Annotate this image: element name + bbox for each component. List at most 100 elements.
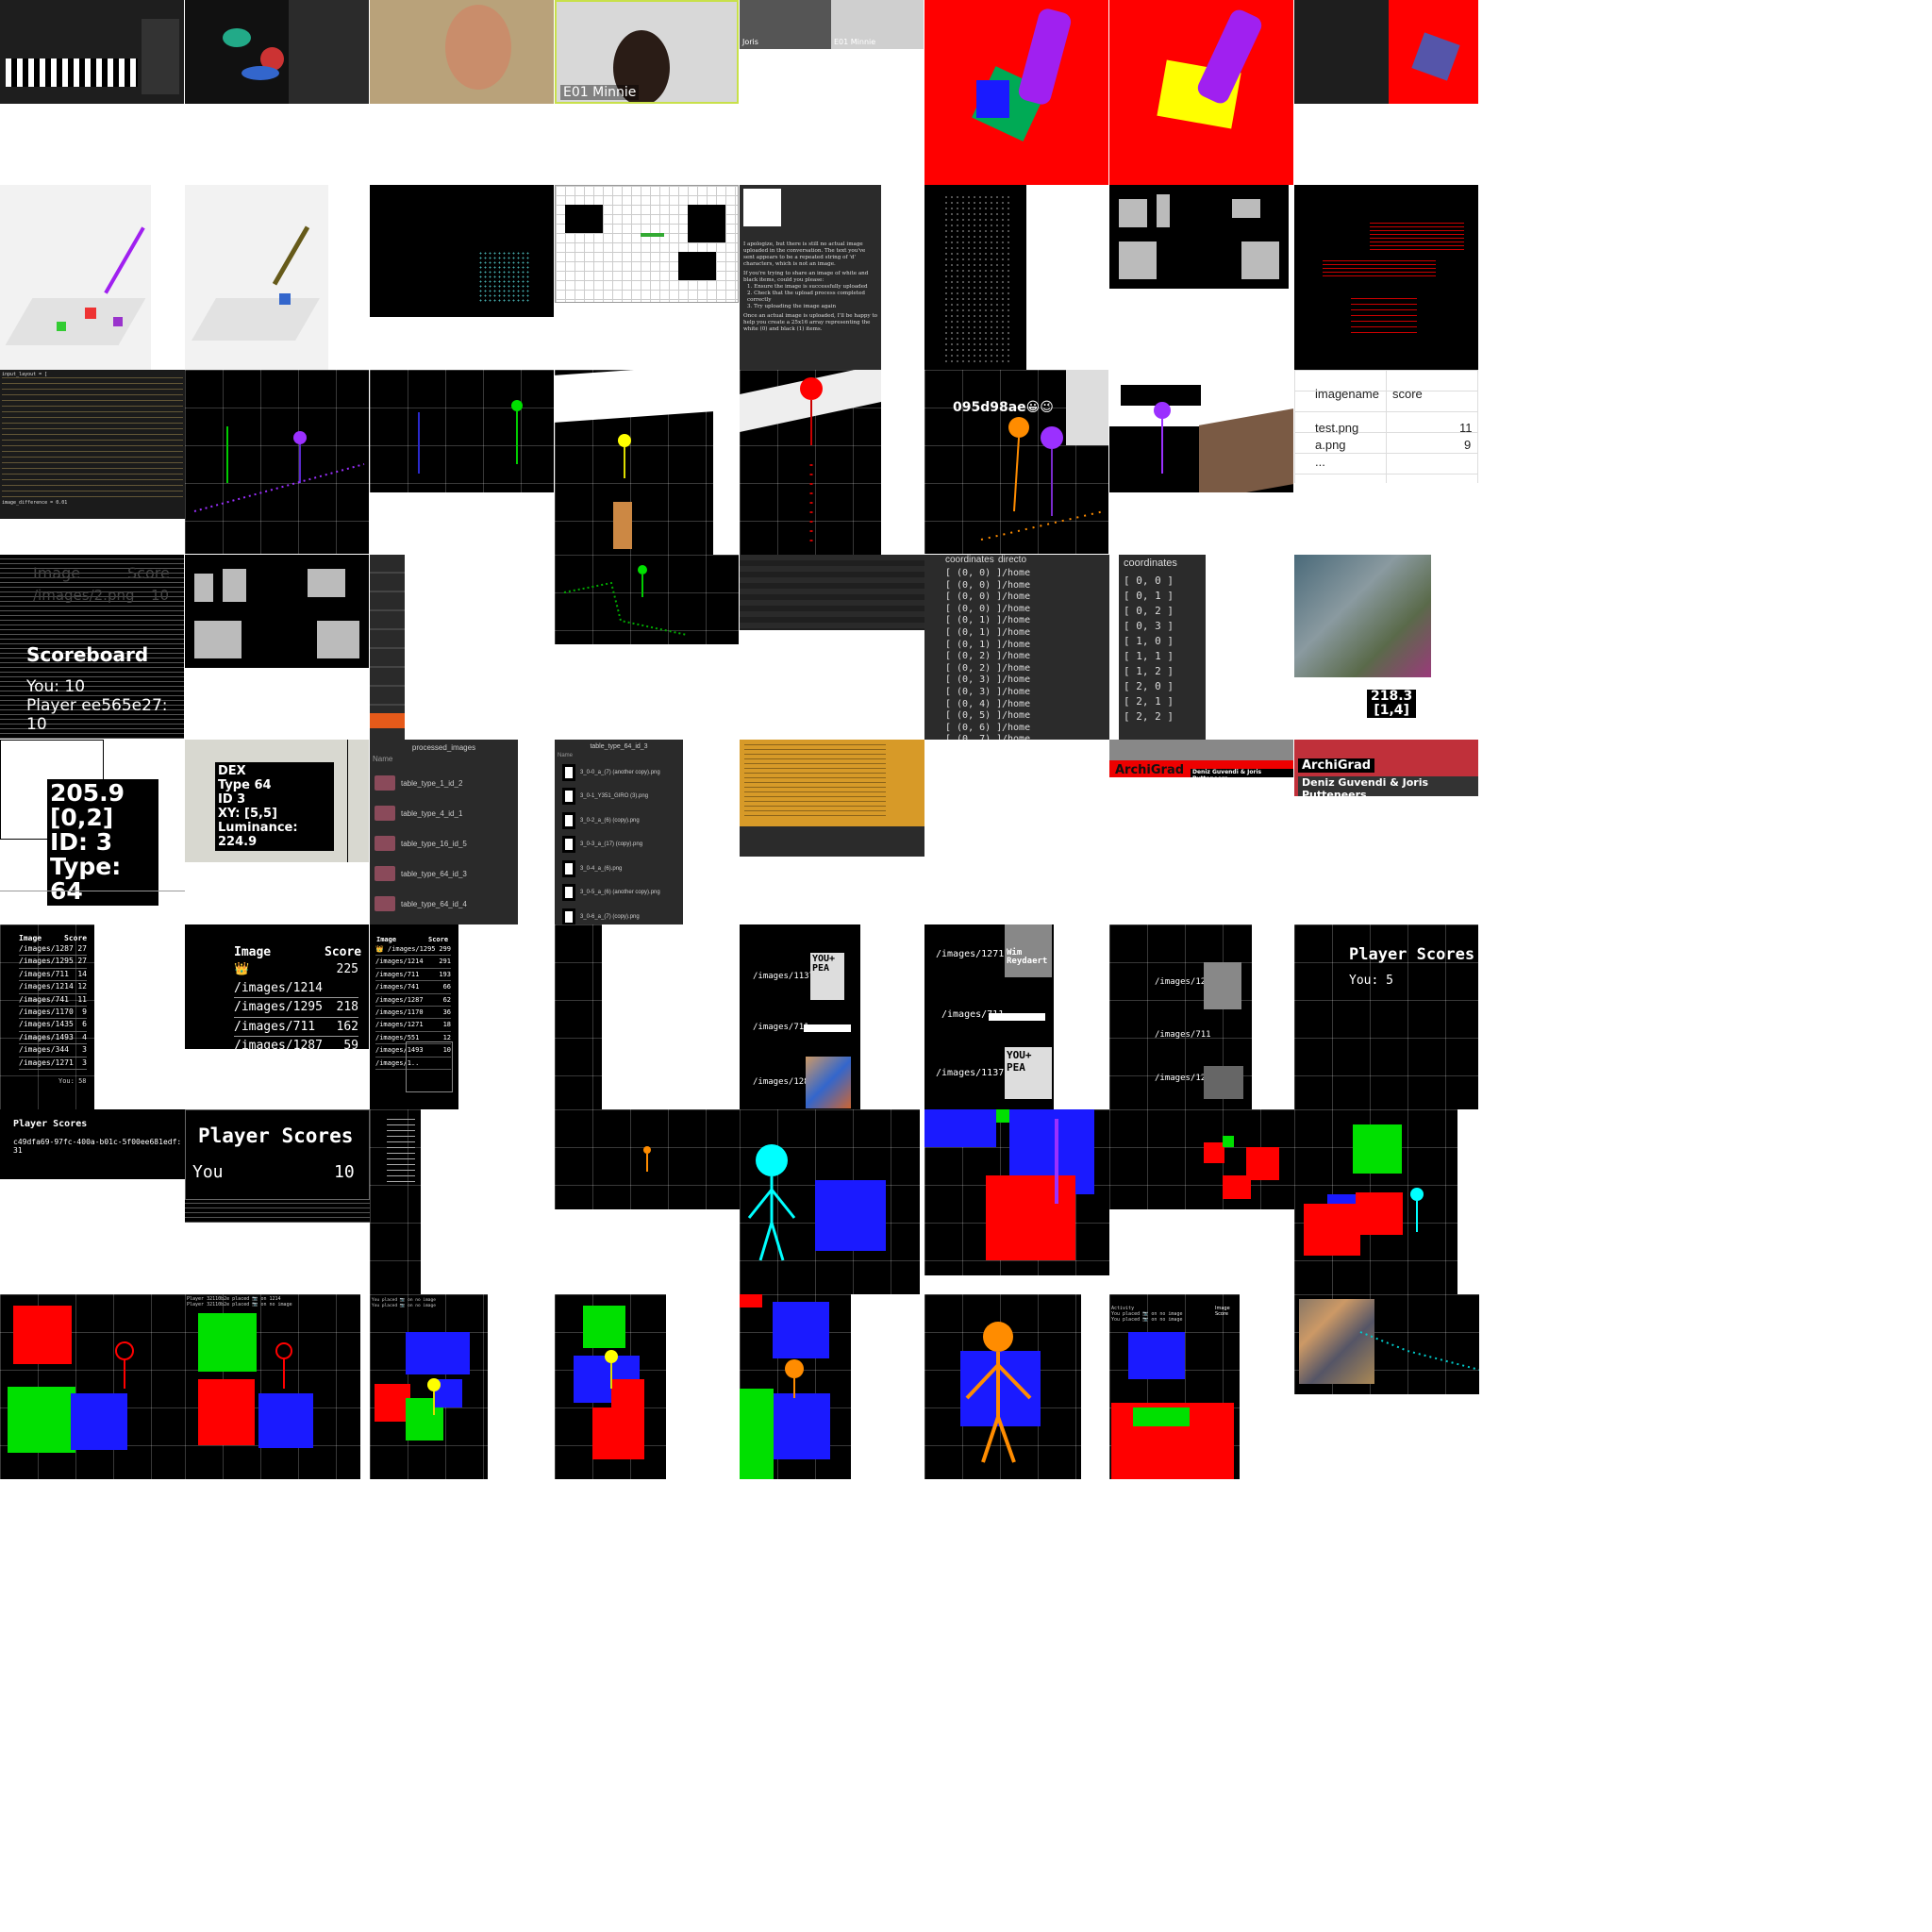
coords-row: [ 2, 0 ]: [1124, 680, 1174, 692]
tile-image-wall: [1294, 1294, 1479, 1394]
file-label: 3_0-6_a_(7) (copy).png: [580, 913, 640, 920]
uploaded-pattern-thumb: [743, 189, 781, 226]
leaderboard-image-path: /images/1295: [19, 957, 74, 966]
host-name: Joris: [742, 38, 758, 46]
coords-row: [ (0, 2) ]: [945, 651, 1003, 662]
leaderboard-image-path: /images/1271: [19, 1058, 74, 1067]
leaderboard-row: /images/741 66: [375, 981, 451, 994]
leaderboard-image-path: /images/1493: [19, 1032, 74, 1041]
tile-scoreboard: Image Score /images/2.png 10 Scoreboard …: [0, 555, 184, 739]
poster-path-1137: /images/1137: [753, 972, 815, 981]
tile-white-scene-1: [0, 185, 151, 370]
tile-rgb-cubes-2: Player 32110b2e placed 📷 on 1214 Player …: [185, 1294, 360, 1479]
file-label: 3_0-0_a_(7) (another copy).png: [580, 769, 660, 775]
folder-label: table_type_64_id_4: [401, 899, 467, 908]
folder-label: table_type_16_id_5: [401, 839, 467, 848]
tile-red-arm-2: [1109, 0, 1293, 185]
poster-thumb: YOU+ PEA: [810, 953, 844, 1000]
folder-item[interactable]: table_type_1_id_2: [375, 768, 516, 798]
file-label: 3_0-4_a_(6).png: [580, 865, 623, 872]
folder-label: table_type_1_id_2: [401, 778, 463, 788]
file-item[interactable]: 3_0-3_a_(17) (copy).png: [562, 833, 683, 858]
lb1-header-image: Image: [19, 934, 42, 942]
leaderboard-score: 6: [82, 1020, 87, 1029]
leaderboard-row: /images/1287 59: [234, 1037, 358, 1049]
tile-archigrad-1: ArchiGrad Deniz Guvendi & Joris Puttenee…: [1109, 740, 1293, 777]
folder-item[interactable]: table_type_16_id_5: [375, 828, 516, 858]
poster2-path-1271: /images/1271: [936, 949, 1005, 959]
ai-step-2: 2. Check that the upload process complet…: [747, 291, 866, 303]
file-thumb-icon: [562, 763, 575, 781]
leaderboard-score: 18: [442, 1021, 451, 1029]
tile-activity-cubes: You placed 📷 on no image You placed 📷 on…: [370, 1294, 488, 1479]
tile-3d-orange-small: [555, 1109, 740, 1209]
leaderboard-image-path: 👑 /images/1295: [375, 945, 436, 953]
tile-orange-figure-blue: [924, 1294, 1081, 1479]
tile-3d-figures-2: [370, 370, 554, 492]
file-item[interactable]: 3_0-4_a_(6).png: [562, 857, 683, 881]
leaderboard-row: 👑 /images/1214 225: [234, 960, 358, 998]
leaderboard-score: 12: [77, 982, 87, 991]
leaderboard-image-path: /images/1214: [19, 982, 74, 991]
file-item[interactable]: 3_0-6_a_(7) (copy).png: [562, 905, 683, 924]
file-item[interactable]: 3_0-5_a_(6) (another copy).png: [562, 881, 683, 906]
coords-row: [ 1, 0 ]: [1124, 635, 1174, 647]
stick-figures: [193, 426, 365, 512]
dex-xy: XY: [5,5]: [218, 807, 277, 821]
leaderboard-image-path: /images/1170: [19, 1008, 74, 1017]
coords-row: [ (0, 7) ]: [945, 734, 1003, 740]
tile-red-ascii: [1294, 185, 1478, 370]
sheet-cell-name-1: test.png: [1315, 421, 1359, 435]
leaderboard-score: 14: [77, 969, 87, 978]
archigrad-authors: Deniz Guvendi & Joris Putteneers: [1191, 769, 1293, 777]
ai-paragraph-2: If you're trying to share an image of wh…: [743, 271, 869, 283]
folder-item[interactable]: table_type_64_id_4: [375, 889, 516, 919]
tile-chat-red: [1294, 0, 1478, 104]
archigrad-brand-2: ArchiGrad: [1298, 758, 1375, 773]
folder-item[interactable]: table_type_4_id_1: [375, 798, 516, 828]
file-item[interactable]: 3_0-2_a_(6) (copy).png: [562, 808, 683, 833]
purple-arm: [1016, 7, 1074, 107]
lb1-you: You: 58: [58, 1077, 87, 1085]
leaderboard-score: 3: [82, 1058, 87, 1067]
leaderboard-row: /images/711 162: [234, 1018, 358, 1037]
file-item[interactable]: 3_0-1_Y351_GIRO (3).png: [562, 785, 683, 809]
selected-file[interactable]: [370, 713, 405, 728]
blue-face: [976, 80, 1009, 118]
coords-row: [ 2, 2 ]: [1124, 710, 1174, 723]
leaderboard-row: /images/1287 27: [19, 943, 87, 957]
ai-step-1: 1. Ensure the image is successfully uplo…: [747, 284, 868, 290]
folder-item[interactable]: table_type_64_id_3: [375, 858, 516, 889]
coords-row: [ (0, 1) ]: [945, 639, 1003, 650]
coords-row: [ (0, 3) ]: [945, 675, 1003, 686]
tile-file-browser: table_type_64_id_3 Name 3_0-0_a_(7) (ano…: [555, 740, 683, 924]
coords-row: [ (0, 0) ]: [945, 579, 1003, 591]
coords-row: [ 0, 3 ]: [1124, 620, 1174, 632]
leaderboard-image-path: /images/1287: [19, 944, 74, 953]
home-path-cell: /home: [1002, 686, 1031, 697]
file-label: 3_0-5_a_(6) (another copy).png: [580, 890, 660, 896]
leaderboard-score: 11: [77, 994, 87, 1004]
home-path-cell: /home: [1002, 603, 1031, 614]
tile-rgb-cubes-1: [0, 1294, 185, 1479]
tile-color-blobs: [185, 0, 369, 104]
sheet-cell-score-2: 9: [1464, 438, 1472, 452]
tile-3d-tagged-players: 095d98ae😀😉: [924, 370, 1108, 554]
poster-title: YOU+ PEA: [812, 954, 836, 974]
tile-dex-label: DEX Type 64 ID 3 XY: [5,5] Luminance: 22…: [185, 740, 369, 862]
image-score-header: Image Score: [1215, 1306, 1230, 1317]
tile-posters-3: /images/1271 /images/711 /images/1214: [1109, 924, 1252, 1109]
ps-big-you-label: You: [192, 1162, 224, 1182]
leaderboard-image-path: /images/1271: [375, 1021, 424, 1029]
grid-value: 218.3: [1371, 689, 1413, 704]
leaderboard-row: /images/1295 27: [19, 956, 87, 969]
file-item[interactable]: 3_0-0_a_(7) (another copy).png: [562, 760, 683, 785]
participant-name-small: E01 Minnie: [834, 38, 876, 46]
file-thumb-icon: [562, 859, 575, 877]
folder-icon: [375, 775, 395, 791]
dex-info-box: DEX Type 64 ID 3 XY: [5,5] Luminance: 22…: [215, 762, 334, 851]
tile-video-call-1: [370, 0, 554, 104]
tile-player-scores-1: Player Scores You: 5: [1294, 924, 1478, 1109]
leaderboard-row: /images/711 193: [375, 969, 451, 982]
cell-type: Type: 64: [50, 853, 122, 905]
